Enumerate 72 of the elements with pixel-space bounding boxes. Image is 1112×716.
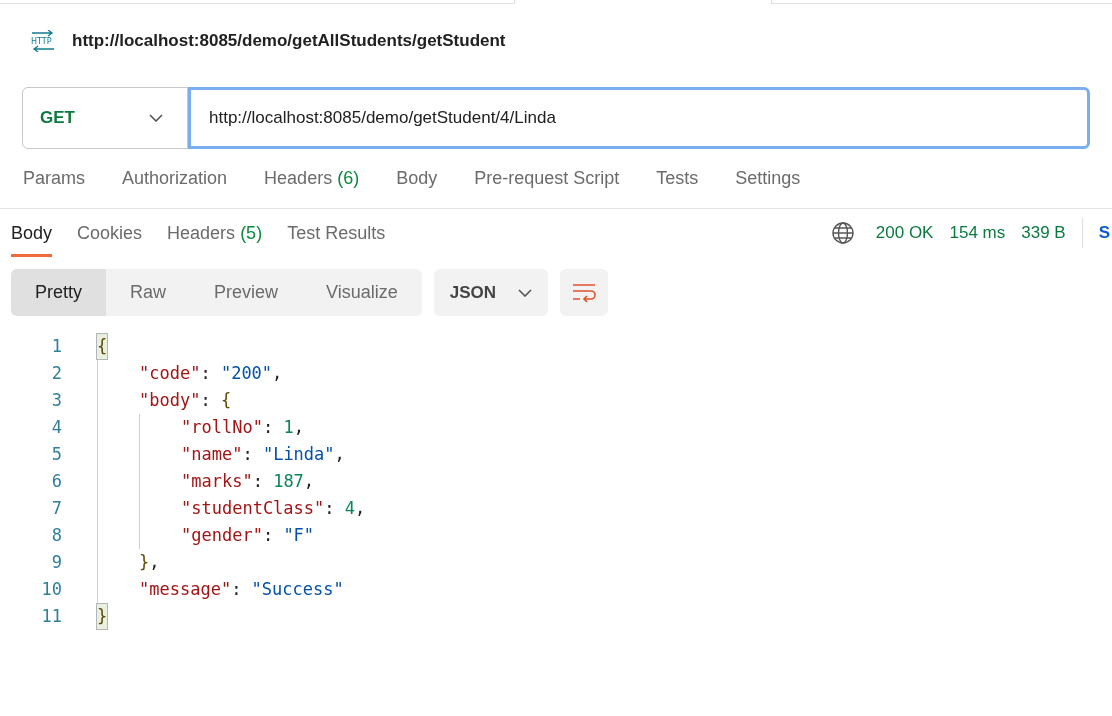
save-response-link[interactable]: S	[1098, 220, 1112, 246]
response-tab[interactable]: Cookies	[77, 209, 143, 257]
response-size: 339 B	[1021, 222, 1066, 245]
line-number: 2	[50, 361, 63, 385]
json-key: "gender"	[181, 522, 263, 549]
format-dropdown[interactable]: JSON	[433, 269, 548, 316]
json-string: "200"	[220, 361, 273, 385]
json-punctuation: ,	[355, 496, 366, 520]
url-field[interactable]: http://localhost:8085/demo/getStudent/4/Linda	[188, 87, 1090, 149]
json-number: 1	[283, 415, 294, 439]
line-number: 9	[50, 550, 63, 574]
json-punctuation: :	[231, 577, 243, 601]
json-bracket: }	[97, 603, 108, 630]
json-punctuation: :	[262, 523, 275, 547]
json-punctuation: ,	[293, 415, 304, 439]
json-punctuation: ,	[272, 361, 283, 385]
globe-icon[interactable]	[831, 222, 854, 244]
response-time: 154 ms	[949, 222, 1006, 245]
chevron-down-icon	[518, 288, 533, 297]
json-key: "message"	[139, 576, 232, 603]
json-number: 4	[344, 496, 356, 520]
json-punctuation: :	[262, 415, 275, 439]
line-number: 8	[50, 523, 63, 547]
chevron-down-icon	[149, 114, 163, 122]
view-mode-tab[interactable]: Visualize	[302, 269, 422, 316]
line-number: 5	[50, 442, 63, 466]
json-punctuation: :	[242, 442, 254, 466]
json-punctuation: :	[200, 388, 212, 412]
json-bracket: {	[220, 388, 232, 412]
json-key: "body"	[139, 387, 201, 414]
request-title: http://localhost:8085/demo/getAllStudents/getStudent	[72, 30, 506, 53]
response-tab[interactable]: Headers (5)	[167, 209, 263, 257]
wrap-lines-icon	[571, 282, 596, 303]
json-key: "studentClass"	[181, 495, 325, 522]
line-number: 3	[50, 388, 63, 412]
json-punctuation: :	[200, 361, 212, 385]
line-number: 11	[40, 604, 63, 628]
request-tab[interactable]: Params	[23, 149, 85, 208]
line-number: 1	[50, 334, 63, 358]
request-tab[interactable]: Pre-request Script	[474, 149, 620, 208]
json-key: "rollNo"	[181, 414, 263, 441]
json-number: 187	[273, 469, 304, 493]
json-string: "F"	[283, 523, 315, 547]
json-punctuation: :	[252, 469, 264, 493]
json-key: "name"	[181, 441, 243, 468]
request-tab[interactable]: Settings	[735, 149, 801, 208]
request-tab[interactable]: Authorization	[122, 149, 228, 208]
view-mode-tab[interactable]: Preview	[190, 269, 303, 316]
json-punctuation: ,	[303, 469, 315, 493]
json-punctuation: ,	[334, 442, 345, 466]
response-tab[interactable]: Test Results	[287, 209, 386, 257]
line-number: 6	[50, 469, 63, 493]
request-tab[interactable]: Tests	[656, 149, 699, 208]
line-number: 4	[50, 415, 63, 439]
method-dropdown[interactable]: GET	[22, 87, 188, 149]
json-key: "code"	[139, 360, 201, 387]
status-code: 200 OK	[875, 222, 934, 245]
request-tab[interactable]: Headers (6)	[264, 149, 360, 208]
line-number: 10	[40, 577, 63, 601]
json-punctuation: ,	[149, 550, 160, 574]
wrap-lines-button[interactable]	[559, 269, 608, 316]
line-number: 7	[50, 496, 63, 520]
view-mode-tab[interactable]: Pretty	[11, 269, 106, 316]
request-tab[interactable]: Body	[396, 149, 438, 208]
view-mode-tab[interactable]: Raw	[106, 269, 191, 316]
json-string: "Linda"	[262, 442, 335, 466]
json-string: "Success"	[251, 577, 344, 601]
json-bracket: {	[97, 333, 108, 360]
json-key: "marks"	[181, 468, 253, 495]
response-tab[interactable]: Body	[11, 209, 53, 257]
json-punctuation: :	[324, 496, 336, 520]
json-bracket: }	[139, 550, 150, 574]
